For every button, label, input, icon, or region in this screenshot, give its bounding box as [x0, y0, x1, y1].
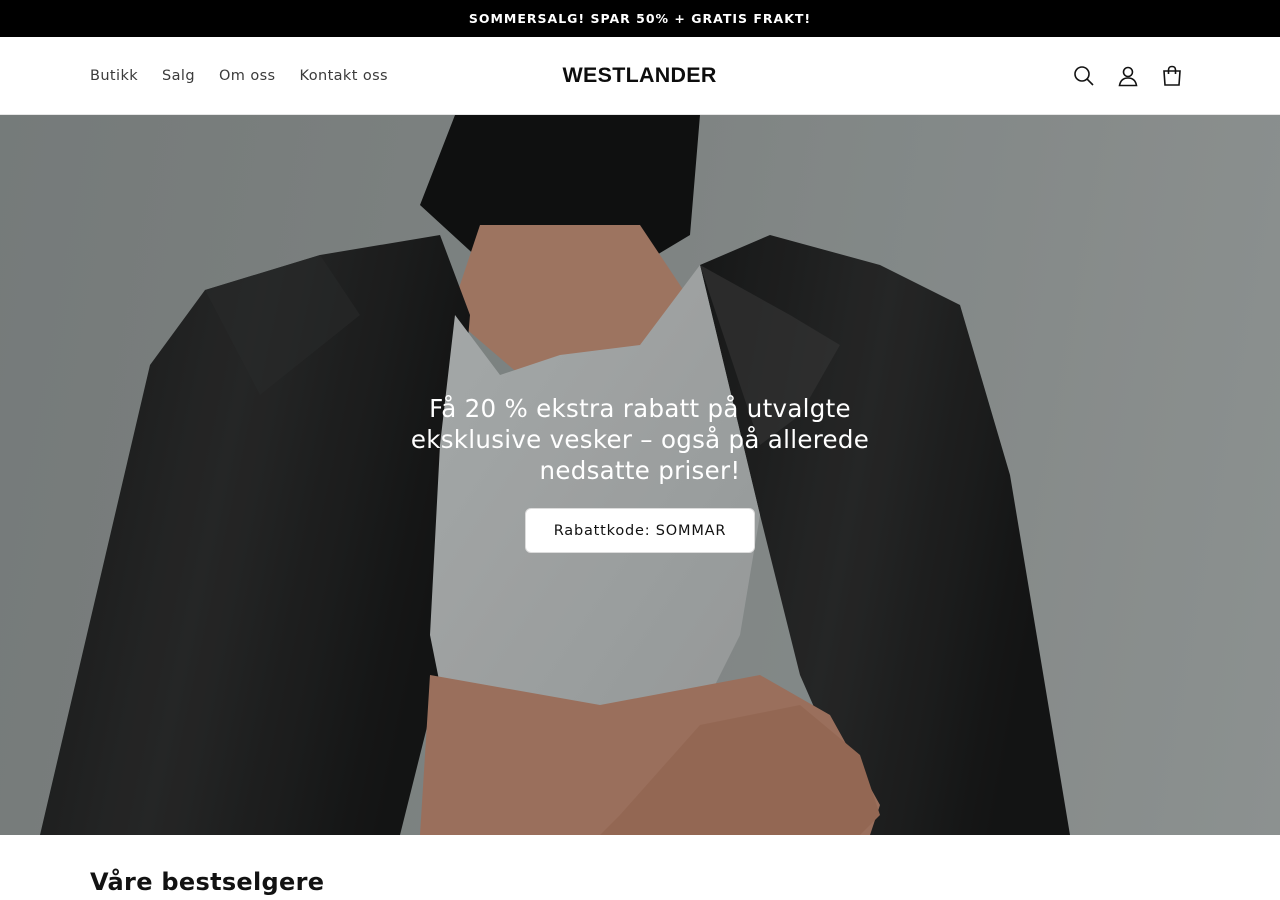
hero-heading: Få 20 % ekstra rabatt på utvalgte eksklu… — [410, 394, 870, 485]
nav-link-contact[interactable]: Kontakt oss — [300, 68, 389, 84]
search-icon — [1074, 66, 1094, 86]
main-nav: Butikk Salg Om oss Kontakt oss — [90, 37, 412, 115]
account-icon — [1118, 66, 1138, 87]
site-header: Butikk Salg Om oss Kontakt oss WESTLANDE… — [0, 37, 1280, 115]
nav-link-about[interactable]: Om oss — [219, 68, 276, 84]
header-icons — [1062, 37, 1194, 115]
nav-link-shop[interactable]: Butikk — [90, 68, 138, 84]
account-button[interactable] — [1106, 54, 1150, 98]
nav-link-sale[interactable]: Salg — [162, 68, 195, 84]
bestsellers-heading: Våre bestselgere — [90, 868, 325, 896]
discount-code-button[interactable]: Rabattkode: SOMMAR — [524, 508, 756, 553]
site-logo[interactable]: WESTLANDER — [563, 64, 717, 88]
search-button[interactable] — [1062, 54, 1106, 98]
announcement-bar: SOMMERSALG! SPAR 50% + GRATIS FRAKT! — [0, 0, 1280, 37]
announcement-text: SOMMERSALG! SPAR 50% + GRATIS FRAKT! — [468, 11, 812, 26]
cart-icon — [1163, 65, 1181, 86]
cart-button[interactable] — [1150, 54, 1194, 98]
hero-content: Få 20 % ekstra rabatt på utvalgte eksklu… — [0, 393, 1280, 553]
hero-banner: Få 20 % ekstra rabatt på utvalgte eksklu… — [0, 115, 1280, 835]
